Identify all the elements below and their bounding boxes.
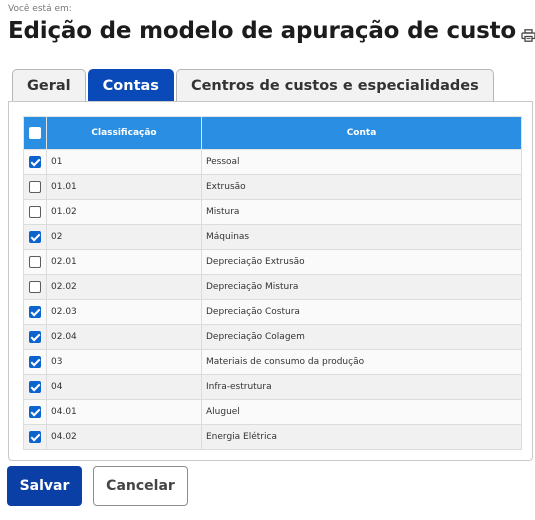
- table-row[interactable]: 02.04 Depreciação Colagem: [23, 324, 522, 350]
- column-header-conta[interactable]: Conta: [201, 116, 522, 150]
- row-checkbox-cell: [23, 374, 47, 400]
- row-checkbox-cell: [23, 424, 47, 450]
- save-button[interactable]: Salvar: [7, 466, 82, 506]
- table-row[interactable]: 04.02 Energia Elétrica: [23, 424, 522, 450]
- classificacao-cell: 01.02: [46, 199, 202, 225]
- classificacao-cell: 04: [46, 374, 202, 400]
- row-checkbox-cell: [23, 349, 47, 375]
- row-checkbox[interactable]: [29, 406, 41, 418]
- conta-cell: Mistura: [201, 199, 522, 225]
- conta-cell: Depreciação Extrusão: [201, 249, 522, 275]
- conta-cell: Pessoal: [201, 149, 522, 175]
- tab-centros-de-custos[interactable]: Centros de custos e especialidades: [175, 69, 494, 102]
- classificacao-cell: 03: [46, 349, 202, 375]
- row-checkbox-cell: [23, 199, 47, 225]
- column-header-classificacao[interactable]: Classificação: [46, 116, 202, 150]
- classificacao-cell: 01: [46, 149, 202, 175]
- table-row[interactable]: 01.01 Extrusão: [23, 174, 522, 200]
- breadcrumb: Você está em:: [8, 4, 72, 14]
- row-checkbox-cell: [23, 174, 47, 200]
- table-row[interactable]: 04.01 Aluguel: [23, 399, 522, 425]
- classificacao-cell: 02.02: [46, 274, 202, 300]
- conta-cell: Depreciação Mistura: [201, 274, 522, 300]
- conta-cell: Energia Elétrica: [201, 424, 522, 450]
- table-row[interactable]: 04 Infra-estrutura: [23, 374, 522, 400]
- row-checkbox-cell: [23, 274, 47, 300]
- tab-panel-contas: Classificação Conta 01 Pessoal 01.01 Extrus…: [8, 101, 533, 461]
- conta-cell: Materiais de consumo da produção: [201, 349, 522, 375]
- row-checkbox-cell: [23, 299, 47, 325]
- row-checkbox-cell: [23, 249, 47, 275]
- table-header-row: Classificação Conta: [23, 116, 522, 150]
- tab-geral[interactable]: Geral: [12, 69, 86, 102]
- row-checkbox[interactable]: [29, 231, 41, 243]
- row-checkbox[interactable]: [29, 206, 41, 218]
- classificacao-cell: 04.01: [46, 399, 202, 425]
- row-checkbox[interactable]: [29, 381, 41, 393]
- tab-contas[interactable]: Contas: [87, 69, 174, 102]
- tab-bar: Geral Contas Centros de custos e especia…: [12, 69, 496, 102]
- table-row[interactable]: 03 Materiais de consumo da produção: [23, 349, 522, 375]
- select-all-checkbox[interactable]: [29, 127, 41, 139]
- classificacao-cell: 01.01: [46, 174, 202, 200]
- row-checkbox[interactable]: [29, 256, 41, 268]
- conta-cell: Máquinas: [201, 224, 522, 250]
- row-checkbox[interactable]: [29, 281, 41, 293]
- classificacao-cell: 04.02: [46, 424, 202, 450]
- row-checkbox-cell: [23, 224, 47, 250]
- row-checkbox[interactable]: [29, 156, 41, 168]
- conta-cell: Extrusão: [201, 174, 522, 200]
- select-all-cell: [23, 116, 47, 150]
- accounts-table: Classificação Conta 01 Pessoal 01.01 Extrus…: [23, 116, 522, 450]
- conta-cell: Depreciação Costura: [201, 299, 522, 325]
- table-row[interactable]: 01.02 Mistura: [23, 199, 522, 225]
- row-checkbox[interactable]: [29, 331, 41, 343]
- row-checkbox[interactable]: [29, 431, 41, 443]
- row-checkbox-cell: [23, 324, 47, 350]
- row-checkbox-cell: [23, 149, 47, 175]
- classificacao-cell: 02: [46, 224, 202, 250]
- title-row: Edição de modelo de apuração de custo: [8, 18, 535, 44]
- cancel-button[interactable]: Cancelar: [93, 466, 188, 506]
- table-body: 01 Pessoal 01.01 Extrusão 01.02 Mistura 02 Máqu…: [23, 149, 522, 450]
- classificacao-cell: 02.01: [46, 249, 202, 275]
- conta-cell: Aluguel: [201, 399, 522, 425]
- row-checkbox[interactable]: [29, 306, 41, 318]
- row-checkbox[interactable]: [29, 181, 41, 193]
- conta-cell: Depreciação Colagem: [201, 324, 522, 350]
- table-row[interactable]: 02.02 Depreciação Mistura: [23, 274, 522, 300]
- conta-cell: Infra-estrutura: [201, 374, 522, 400]
- table-row[interactable]: 02.01 Depreciação Extrusão: [23, 249, 522, 275]
- table-row[interactable]: 01 Pessoal: [23, 149, 522, 175]
- row-checkbox-cell: [23, 399, 47, 425]
- row-checkbox[interactable]: [29, 356, 41, 368]
- classificacao-cell: 02.03: [46, 299, 202, 325]
- table-row[interactable]: 02 Máquinas: [23, 224, 522, 250]
- classificacao-cell: 02.04: [46, 324, 202, 350]
- printer-icon[interactable]: [521, 28, 535, 42]
- table-row[interactable]: 02.03 Depreciação Costura: [23, 299, 522, 325]
- page-title: Edição de modelo de apuração de custo: [8, 18, 517, 44]
